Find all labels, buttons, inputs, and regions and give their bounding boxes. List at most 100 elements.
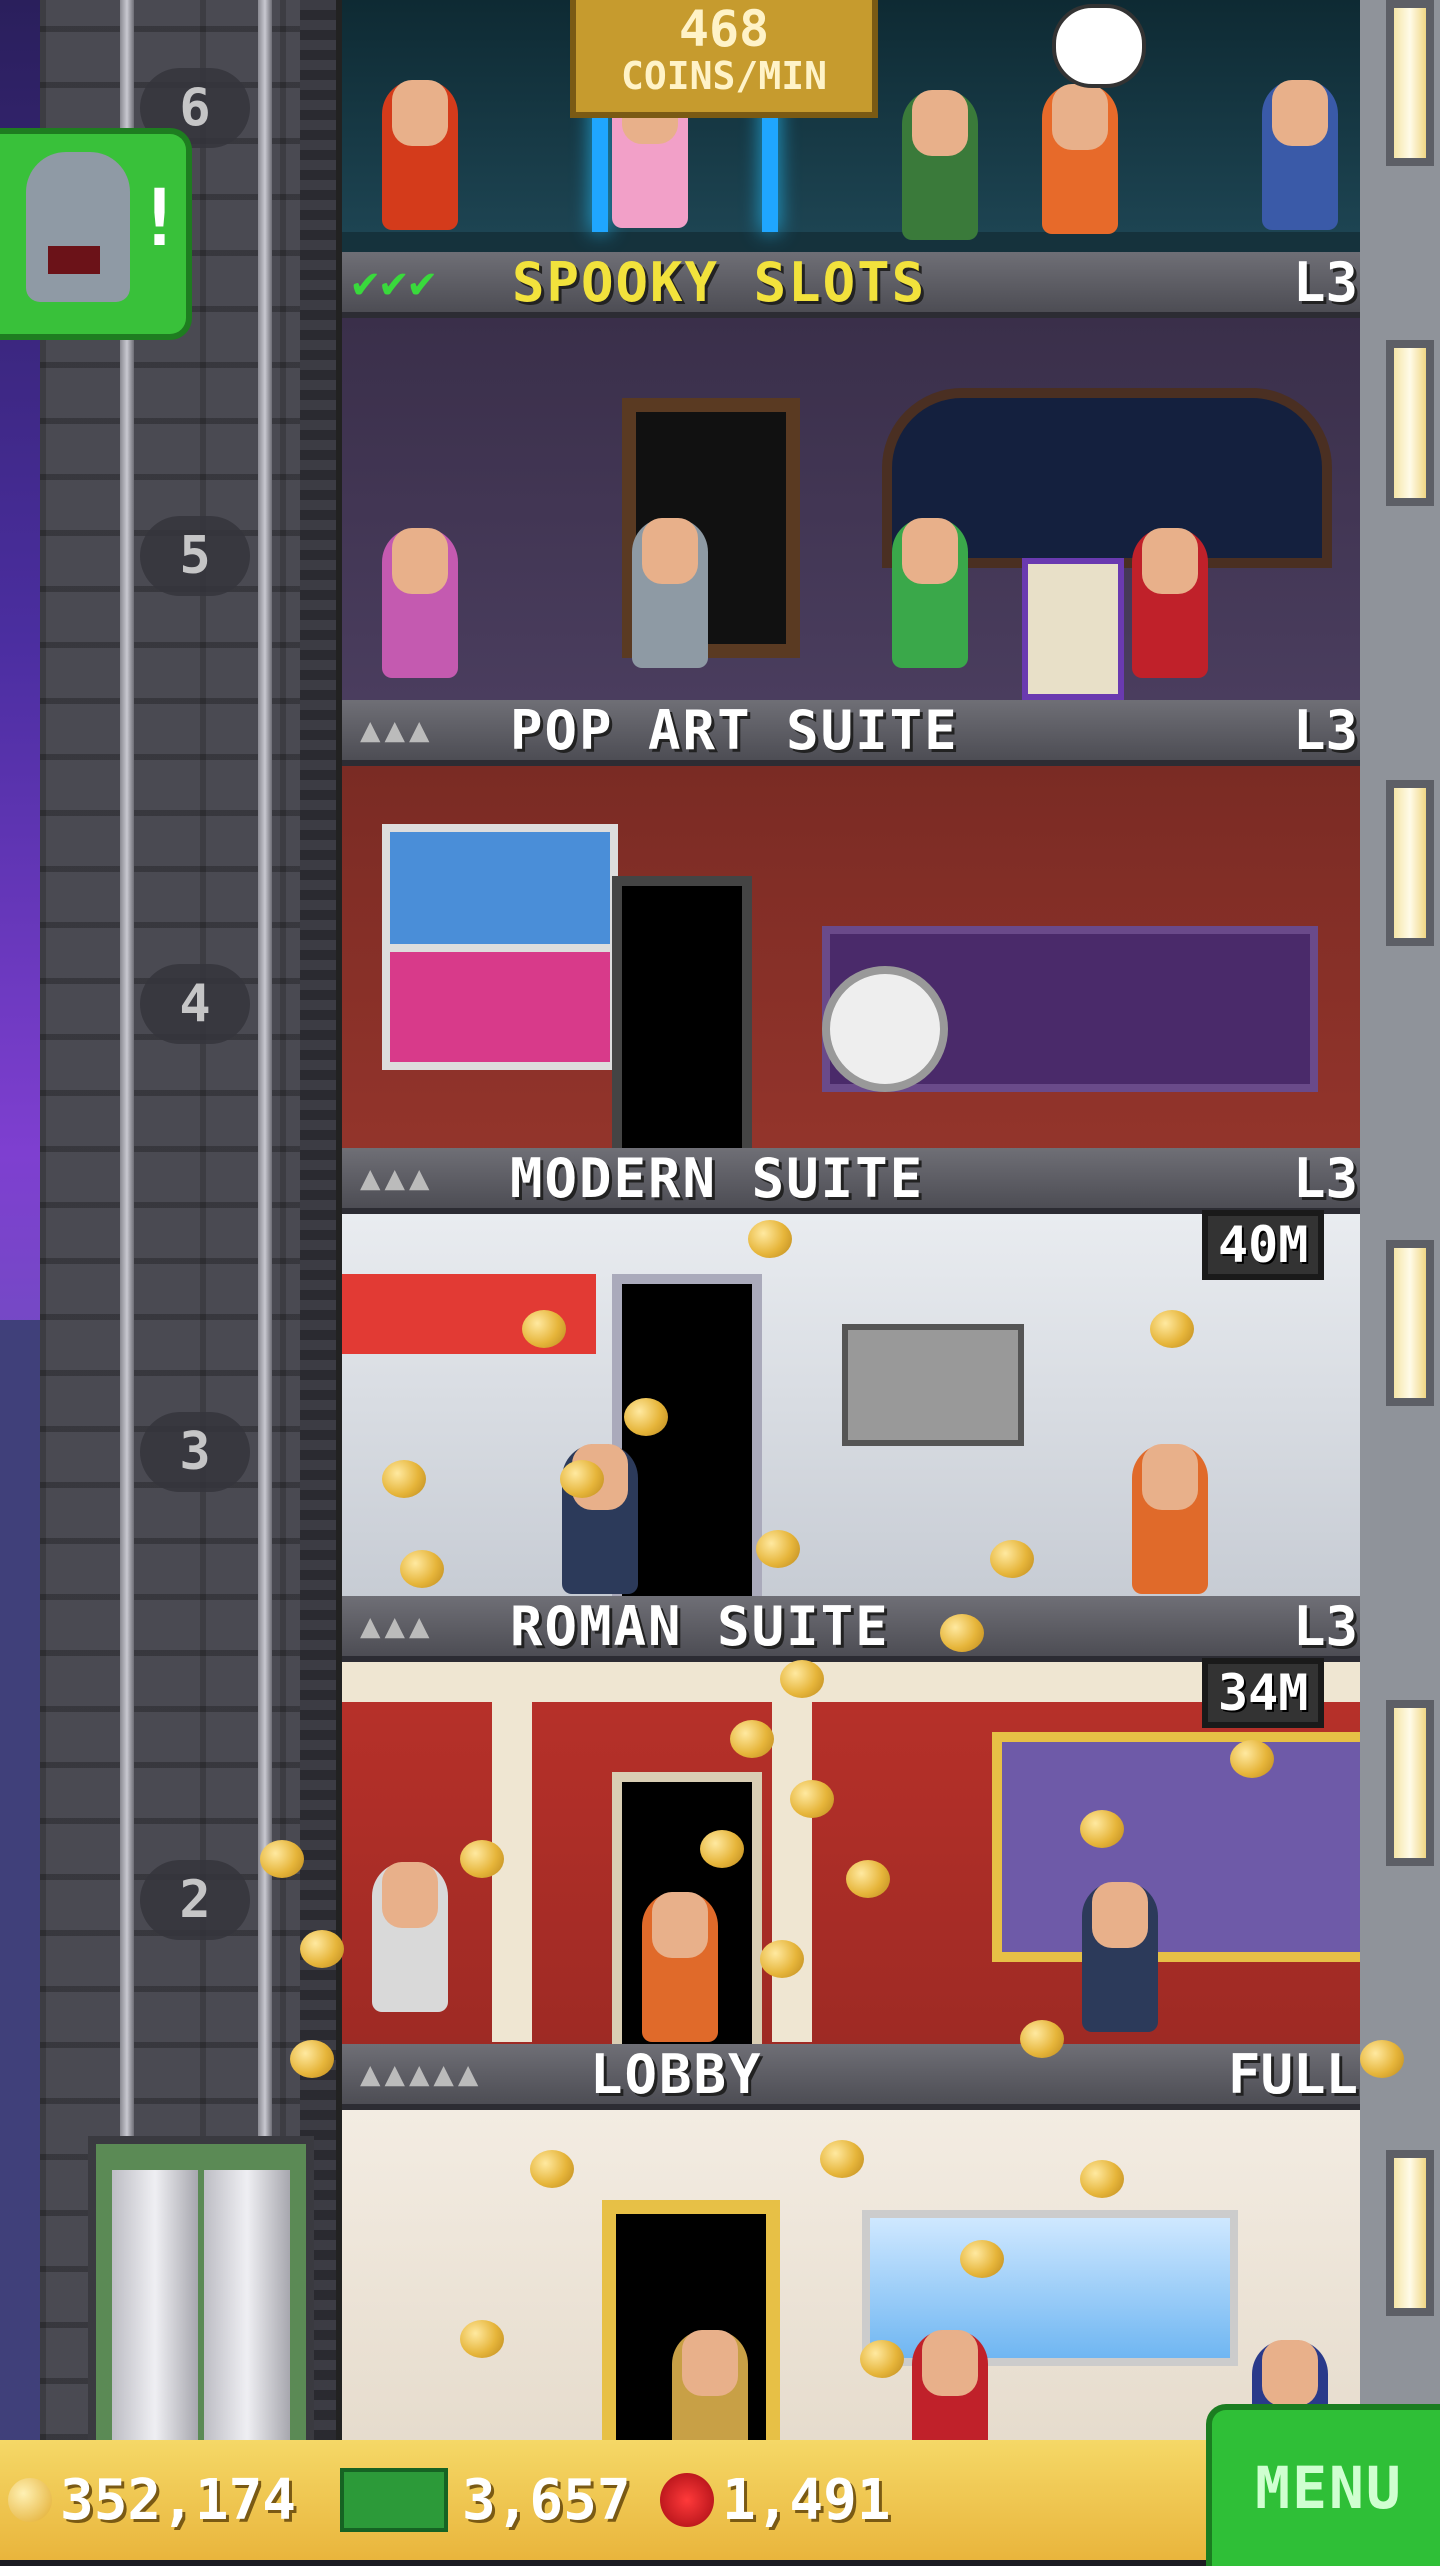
coin-icon [1080,2160,1124,2198]
bitizen[interactable] [382,528,458,678]
bitizen[interactable] [1262,80,1338,230]
coin-value: 352,174 [60,2467,297,2533]
key-value: 1,491 [722,2467,891,2533]
coin-icon [960,2240,1004,2278]
coin-icon [748,1220,792,1258]
floor-spooky-slots[interactable]: ✔✔✔ SPOOKY SLOTS L3 [336,252,1360,700]
floor-level: L3 [1292,700,1358,762]
income-rate-banner: 468 COINS/MIN [570,0,878,118]
coin-icon [1150,1310,1194,1348]
bitizen-notification-button[interactable]: ! [0,128,192,340]
zombie-bitizen[interactable] [632,518,708,668]
resident-icons: ▲▲▲ [360,1606,434,1646]
stock-check-icons: ✔✔✔ [352,256,438,308]
bitizen[interactable] [382,80,458,230]
floor-level: L3 [1292,1596,1358,1658]
bitizen[interactable] [1042,84,1118,234]
floor-number-2: 2 [140,1860,250,1940]
bitizen[interactable] [902,90,978,240]
bitizen[interactable] [1132,1444,1208,1594]
coin-icon [382,1460,426,1498]
resident-icons: ▲▲▲▲▲ [360,2054,483,2094]
coin-icon [756,1530,800,1568]
coin-icon [530,2150,574,2188]
coin-icon [1020,2020,1064,2058]
coin-icon [8,2478,52,2522]
floor-nameplate: ✔✔✔ SPOOKY SLOTS L3 [342,252,1360,318]
coin-icon [260,1840,304,1878]
coin-icon [400,1550,444,1588]
floor-number-3: 3 [140,1412,250,1492]
elevator-shaft[interactable] [40,0,330,2440]
statue [372,1862,448,2012]
room-door [612,876,752,1148]
elevator-rail-left [120,0,134,2440]
floor-name: POP ART SUITE [510,700,959,762]
wall-lamp [1386,340,1434,506]
coin-icon [1230,1740,1274,1778]
wall-lamp [1386,1240,1434,1406]
rent-badge[interactable]: 34M [1202,1658,1325,1728]
slot-machine [1022,558,1124,700]
floor-level: L3 [1292,1148,1358,1210]
floor-nameplate: ▲▲▲▲▲ LOBBY FULL [342,2044,1360,2110]
city-skyline [0,1320,40,2520]
bitizen[interactable] [642,1892,718,2042]
coin-icon [760,1940,804,1978]
coin-icon [860,2340,904,2378]
menu-button[interactable]: MENU [1206,2404,1440,2566]
rent-badge[interactable]: 40M [1202,1210,1325,1280]
bitizen[interactable] [892,518,968,668]
bux-value: 3,657 [462,2467,631,2533]
coin-icon [560,1460,604,1498]
speech-bubble-icon[interactable] [1052,4,1146,88]
elevator-rail-right [258,0,272,2440]
floor-level: L3 [1292,252,1358,314]
room-interior [342,318,1360,700]
floor-name: ROMAN SUITE [510,1596,890,1658]
wall-lamp [1386,0,1434,166]
alert-icon: ! [136,174,183,264]
coin-icon [990,1540,1034,1578]
coin-icon [522,1310,566,1348]
floor-number-4: 4 [140,964,250,1044]
income-unit: COINS/MIN [621,54,827,98]
floor-nameplate: ▲▲▲ ROMAN SUITE L3 [342,1596,1360,1662]
floor-lobby[interactable]: ▲▲▲▲▲ LOBBY FULL [336,2044,1360,2440]
income-value: 468 [678,0,770,58]
golden-ticket-icon [660,2473,714,2527]
roman-window [992,1732,1360,1962]
wall-lamp [1386,780,1434,946]
coin-icon [700,1830,744,1868]
pop-art-painting [382,824,618,960]
bitizen[interactable] [1082,1882,1158,2032]
resident-icons: ▲▲▲ [360,1158,434,1198]
zombie-avatar [26,152,130,302]
roman-column [772,1702,812,2042]
elevator-door-left [112,2170,198,2448]
coin-icon [846,1860,890,1898]
bitizen[interactable] [672,2330,748,2440]
coin-icon [460,1840,504,1878]
wall-lamp [1386,2150,1434,2316]
floor-name: LOBBY [590,2044,763,2106]
bitizen[interactable] [1132,528,1208,678]
bitizen[interactable] [912,2330,988,2440]
pop-art-painting [382,944,618,1070]
floor-level: FULL [1227,2044,1358,2106]
coin-icon [1360,2040,1404,2078]
coin-icon [290,2040,334,2078]
coin-icon [300,1930,344,1968]
coin-icon [820,2140,864,2178]
coin-icon [790,1780,834,1818]
elevator-door-right [204,2170,290,2448]
coin-icon [624,1398,668,1436]
egg-chair [822,966,948,1092]
resident-icons: ▲▲▲ [360,710,434,750]
coin-icon [460,2320,504,2358]
bux-icon [340,2468,448,2532]
elevator-car[interactable] [88,2136,314,2456]
floor-pop-art-suite[interactable]: ▲▲▲ POP ART SUITE L3 [336,700,1360,1148]
wall-lamp [1386,1700,1434,1866]
coin-icon [940,1614,984,1652]
